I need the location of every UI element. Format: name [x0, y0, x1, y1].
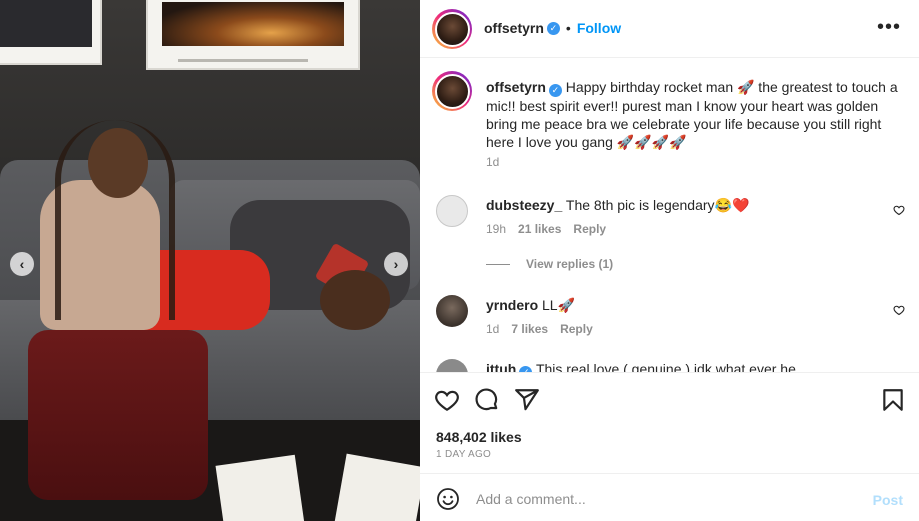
- comment-username[interactable]: dubsteezy_: [486, 197, 562, 213]
- comment: ittuh ✓ This real love ( genuine ) idk wh…: [486, 360, 899, 372]
- verified-icon: ✓: [546, 21, 560, 35]
- comment-heart-icon[interactable]: [893, 304, 905, 316]
- bookmark-icon[interactable]: [880, 387, 906, 413]
- comments-list[interactable]: offsetyrn ✓ Happy birthday rocket man 🚀 t…: [420, 59, 919, 372]
- reclining-person-head: [320, 270, 390, 330]
- comment-text: The 8th pic is legendary😂❤️: [565, 197, 750, 213]
- comment: yrndero LL🚀: [486, 296, 899, 314]
- comment-heart-icon[interactable]: [893, 204, 905, 216]
- caption-meta: 1d: [486, 155, 499, 169]
- comment-likes[interactable]: 21 likes: [518, 222, 561, 236]
- post-actions: 848,402 likes 1 DAY AGO: [420, 372, 919, 472]
- likes-count[interactable]: 848,402 likes: [436, 429, 522, 445]
- separator-dot: •: [565, 20, 571, 36]
- comment-time[interactable]: 1d: [486, 322, 499, 336]
- caption-avatar[interactable]: [432, 71, 472, 111]
- comment-likes[interactable]: 7 likes: [511, 322, 548, 336]
- caption: offsetyrn ✓ Happy birthday rocket man 🚀 t…: [486, 78, 899, 151]
- comment-meta: 19h 21 likes Reply: [486, 222, 606, 236]
- commenter-avatar[interactable]: [436, 195, 468, 227]
- comment-input[interactable]: [476, 486, 856, 512]
- caption-username[interactable]: offsetyrn: [486, 79, 546, 95]
- avatar[interactable]: [432, 9, 472, 49]
- comment-username[interactable]: ittuh: [486, 361, 516, 372]
- comment-text: This real love ( genuine ) idk what ever…: [535, 361, 796, 372]
- share-icon[interactable]: [514, 387, 540, 413]
- more-icon[interactable]: •••: [877, 17, 901, 37]
- caption-time[interactable]: 1d: [486, 155, 499, 169]
- comment-icon[interactable]: [474, 387, 500, 413]
- takeout-box: [334, 453, 420, 521]
- chevron-left-icon: ‹: [19, 256, 25, 272]
- post-date[interactable]: 1 DAY AGO: [436, 449, 491, 460]
- verified-icon: ✓: [548, 83, 562, 97]
- reply-button[interactable]: Reply: [573, 222, 606, 236]
- post-button[interactable]: Post: [873, 492, 903, 508]
- view-replies-button[interactable]: View replies (1): [486, 257, 613, 271]
- chevron-right-icon: ›: [393, 256, 399, 272]
- comment-text: LL🚀: [542, 297, 576, 313]
- follow-button[interactable]: Follow: [577, 20, 621, 36]
- view-replies-label: View replies (1): [526, 257, 614, 271]
- carousel-next-button[interactable]: ›: [384, 252, 408, 276]
- takeout-box: [215, 454, 305, 521]
- reply-button[interactable]: Reply: [560, 322, 593, 336]
- post-header: offsetyrn ✓ • Follow •••: [420, 0, 919, 58]
- post-sidebar: offsetyrn ✓ • Follow ••• offsetyrn ✓ Happ…: [420, 0, 919, 521]
- comment-composer: Post: [420, 473, 919, 521]
- seated-person-head: [88, 128, 148, 198]
- carousel-prev-button[interactable]: ‹: [10, 252, 34, 276]
- seated-person-pants: [28, 330, 208, 500]
- wall-frame-left: [0, 0, 102, 65]
- post-photo[interactable]: ‹ ›: [0, 0, 420, 521]
- caption-text: Happy birthday rocket man 🚀 the greatest…: [486, 79, 898, 150]
- wall-frame-center: [146, 0, 360, 70]
- header-username[interactable]: offsetyrn: [484, 20, 544, 36]
- heart-icon[interactable]: [434, 387, 460, 413]
- comment-username[interactable]: yrndero: [486, 297, 538, 313]
- commenter-avatar[interactable]: [436, 295, 468, 327]
- comment: dubsteezy_ The 8th pic is legendary😂❤️: [486, 196, 899, 214]
- comment-meta: 1d 7 likes Reply: [486, 322, 593, 336]
- comment-time[interactable]: 19h: [486, 222, 506, 236]
- commenter-avatar[interactable]: [436, 359, 468, 372]
- emoji-icon[interactable]: [436, 487, 460, 511]
